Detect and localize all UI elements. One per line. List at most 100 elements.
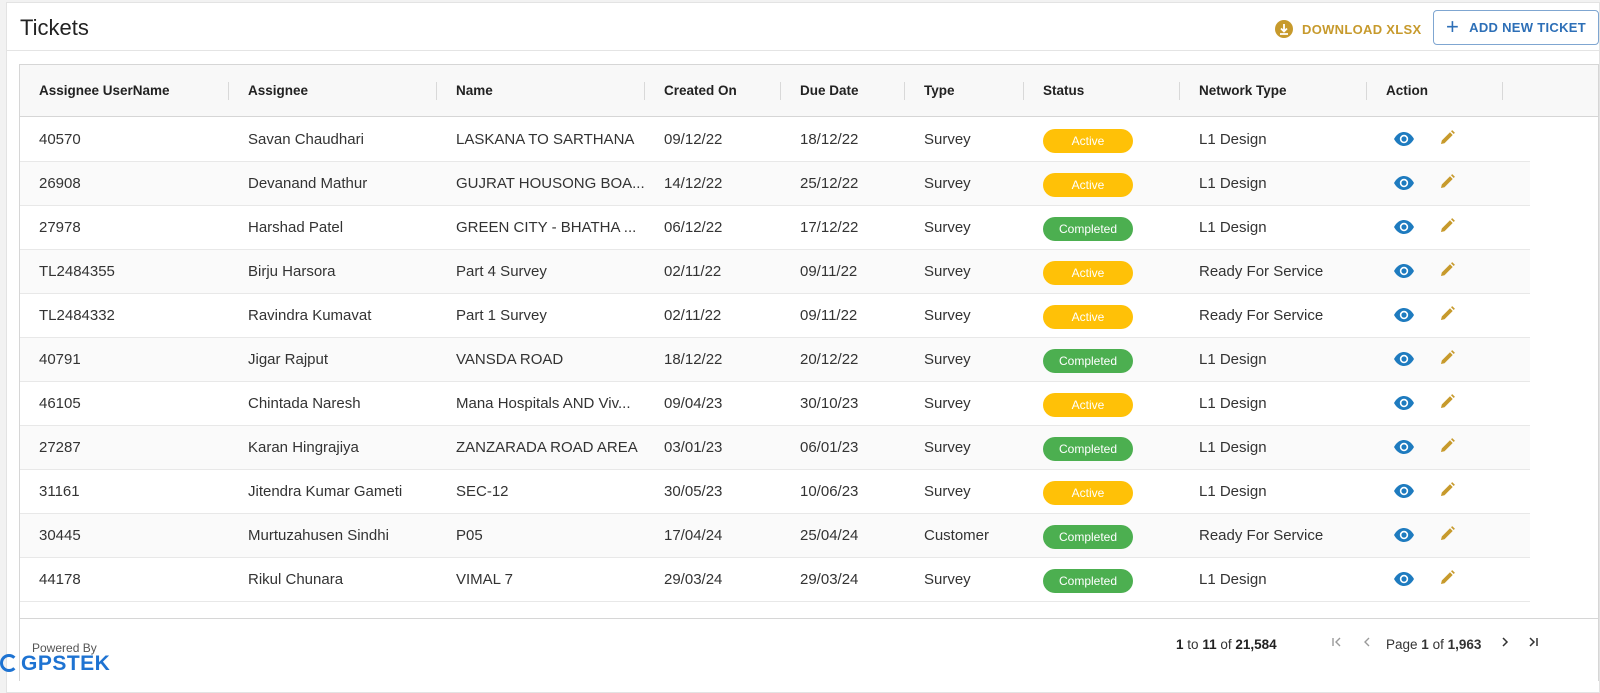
column-header-action: Action xyxy=(1367,65,1503,117)
column-header-due-date[interactable]: Due Date xyxy=(781,65,905,117)
cell-status: Completed xyxy=(1024,558,1180,602)
cell-assignee: Jitendra Kumar Gameti xyxy=(248,483,403,500)
cell-type: Survey xyxy=(924,439,971,456)
cell-due-date: 18/12/22 xyxy=(800,131,859,148)
cell-due-date: 25/04/24 xyxy=(800,527,859,544)
pencil-icon[interactable] xyxy=(1438,173,1456,196)
table-row[interactable]: TL2484355 Birju Harsora Part 4 Survey 02/11… xyxy=(20,250,1530,294)
cell-assignee-username: TL2484355 xyxy=(39,263,115,280)
pencil-icon[interactable] xyxy=(1438,569,1456,592)
cell-assignee: Harshad Patel xyxy=(248,219,344,236)
cell-created-on: 09/12/22 xyxy=(664,131,723,148)
cell-name: ZANZARADA ROAD AREA xyxy=(456,439,638,456)
eye-icon[interactable] xyxy=(1393,307,1415,328)
eye-icon[interactable] xyxy=(1393,351,1415,372)
add-new-ticket-button[interactable]: + ADD NEW TICKET xyxy=(1433,10,1599,45)
cell-assignee: Birju Harsora xyxy=(248,263,336,280)
cell-assignee-username: 26908 xyxy=(39,175,81,192)
eye-icon[interactable] xyxy=(1393,439,1415,460)
table-row[interactable]: 44178 Rikul Chunara VIMAL 7 29/03/24 29/03/2… xyxy=(20,558,1530,602)
first-page-icon[interactable] xyxy=(1330,635,1344,653)
status-badge: Active xyxy=(1043,305,1133,329)
eye-icon[interactable] xyxy=(1393,219,1415,240)
pencil-icon[interactable] xyxy=(1438,261,1456,284)
table-row[interactable]: 27978 Harshad Patel GREEN CITY - BHATHA ..… xyxy=(20,206,1530,250)
eye-icon[interactable] xyxy=(1393,571,1415,592)
status-badge: Active xyxy=(1043,261,1133,285)
pencil-icon[interactable] xyxy=(1438,349,1456,372)
column-header-assignee-username[interactable]: Assignee UserName xyxy=(20,65,229,117)
cell-network-type: L1 Design xyxy=(1199,351,1267,368)
eye-icon[interactable] xyxy=(1393,527,1415,548)
cell-assignee: Savan Chaudhari xyxy=(248,131,364,148)
cell-name: VIMAL 7 xyxy=(456,571,513,588)
cell-due-date: 06/01/23 xyxy=(800,439,859,456)
column-header-assignee[interactable]: Assignee xyxy=(229,65,437,117)
status-badge: Active xyxy=(1043,393,1133,417)
column-header-network-type[interactable]: Network Type xyxy=(1180,65,1367,117)
pencil-icon[interactable] xyxy=(1438,393,1456,416)
status-badge: Active xyxy=(1043,173,1133,197)
column-header-created-on[interactable]: Created On xyxy=(645,65,781,117)
column-header-status[interactable]: Status xyxy=(1024,65,1180,117)
status-badge: Completed xyxy=(1043,349,1133,373)
pencil-icon[interactable] xyxy=(1438,305,1456,328)
cell-name: Mana Hospitals AND Viv... xyxy=(456,395,631,412)
table-row[interactable]: 26908 Devanand Mathur GUJRAT HOUSONG BOA..… xyxy=(20,162,1530,206)
table-row[interactable]: 30445 Murtuzahusen Sindhi P05 17/04/24 25/04… xyxy=(20,514,1530,558)
cell-status: Completed xyxy=(1024,426,1180,470)
cell-assignee: Rikul Chunara xyxy=(248,571,344,588)
status-badge: Completed xyxy=(1043,437,1133,461)
cell-status: Active xyxy=(1024,118,1180,162)
cell-created-on: 30/05/23 xyxy=(664,483,723,500)
cell-name: SEC-12 xyxy=(456,483,509,500)
cell-status: Active xyxy=(1024,470,1180,514)
table-header: Assignee UserName Assignee Name Created … xyxy=(20,65,1598,117)
cell-created-on: 02/11/22 xyxy=(664,263,722,280)
cell-status: Active xyxy=(1024,162,1180,206)
eye-icon[interactable] xyxy=(1393,131,1415,152)
table-row[interactable]: 40570 Savan Chaudhari LASKANA TO SARTHANA 0… xyxy=(20,118,1530,162)
last-page-icon[interactable] xyxy=(1526,635,1540,653)
eye-icon[interactable] xyxy=(1393,263,1415,284)
cell-created-on: 06/12/22 xyxy=(664,219,723,236)
cell-assignee: Jigar Rajput xyxy=(248,351,329,368)
eye-icon[interactable] xyxy=(1393,395,1415,416)
cell-name: P05 xyxy=(456,527,483,544)
pencil-icon[interactable] xyxy=(1438,217,1456,240)
eye-icon[interactable] xyxy=(1393,483,1415,504)
cell-network-type: L1 Design xyxy=(1199,219,1267,236)
column-header-name[interactable]: Name xyxy=(437,65,645,117)
chevron-right-icon[interactable] xyxy=(1498,635,1512,653)
pencil-icon[interactable] xyxy=(1438,481,1456,504)
top-bar: Tickets DOWNLOAD XLSX + ADD NEW TICKET xyxy=(7,3,1599,51)
download-xlsx-button[interactable]: DOWNLOAD XLSX xyxy=(1275,17,1421,41)
pencil-icon[interactable] xyxy=(1438,129,1456,152)
chevron-left-icon[interactable] xyxy=(1360,635,1374,653)
cell-due-date: 10/06/23 xyxy=(800,483,859,500)
cell-assignee: Murtuzahusen Sindhi xyxy=(248,527,389,544)
table-row[interactable]: 40791 Jigar Rajput VANSDA ROAD 18/12/22 20/1… xyxy=(20,338,1530,382)
table-body: 40570 Savan Chaudhari LASKANA TO SARTHANA 0… xyxy=(20,118,1530,602)
column-header-type[interactable]: Type xyxy=(905,65,1024,117)
pencil-icon[interactable] xyxy=(1438,525,1456,548)
table-row[interactable]: TL2484332 Ravindra Kumavat Part 1 Survey 02… xyxy=(20,294,1530,338)
cell-status: Completed xyxy=(1024,338,1180,382)
table-row[interactable]: 46105 Chintada Naresh Mana Hospitals AND V… xyxy=(20,382,1530,426)
cell-type: Survey xyxy=(924,263,971,280)
cell-status: Completed xyxy=(1024,514,1180,558)
logo-mark-icon xyxy=(0,654,18,672)
cell-type: Survey xyxy=(924,351,971,368)
add-label: ADD NEW TICKET xyxy=(1469,20,1586,35)
pencil-icon[interactable] xyxy=(1438,437,1456,460)
cell-assignee: Karan Hingrajiya xyxy=(248,439,359,456)
cell-due-date: 30/10/23 xyxy=(800,395,859,412)
table-row[interactable]: 31161 Jitendra Kumar Gameti SEC-12 30/05/23… xyxy=(20,470,1530,514)
cell-assignee-username: 30445 xyxy=(39,527,81,544)
table-row[interactable]: 27287 Karan Hingrajiya ZANZARADA ROAD AREA… xyxy=(20,426,1530,470)
cell-type: Survey xyxy=(924,175,971,192)
cell-type: Survey xyxy=(924,219,971,236)
cell-type: Survey xyxy=(924,571,971,588)
cell-due-date: 09/11/22 xyxy=(800,263,858,280)
eye-icon[interactable] xyxy=(1393,175,1415,196)
